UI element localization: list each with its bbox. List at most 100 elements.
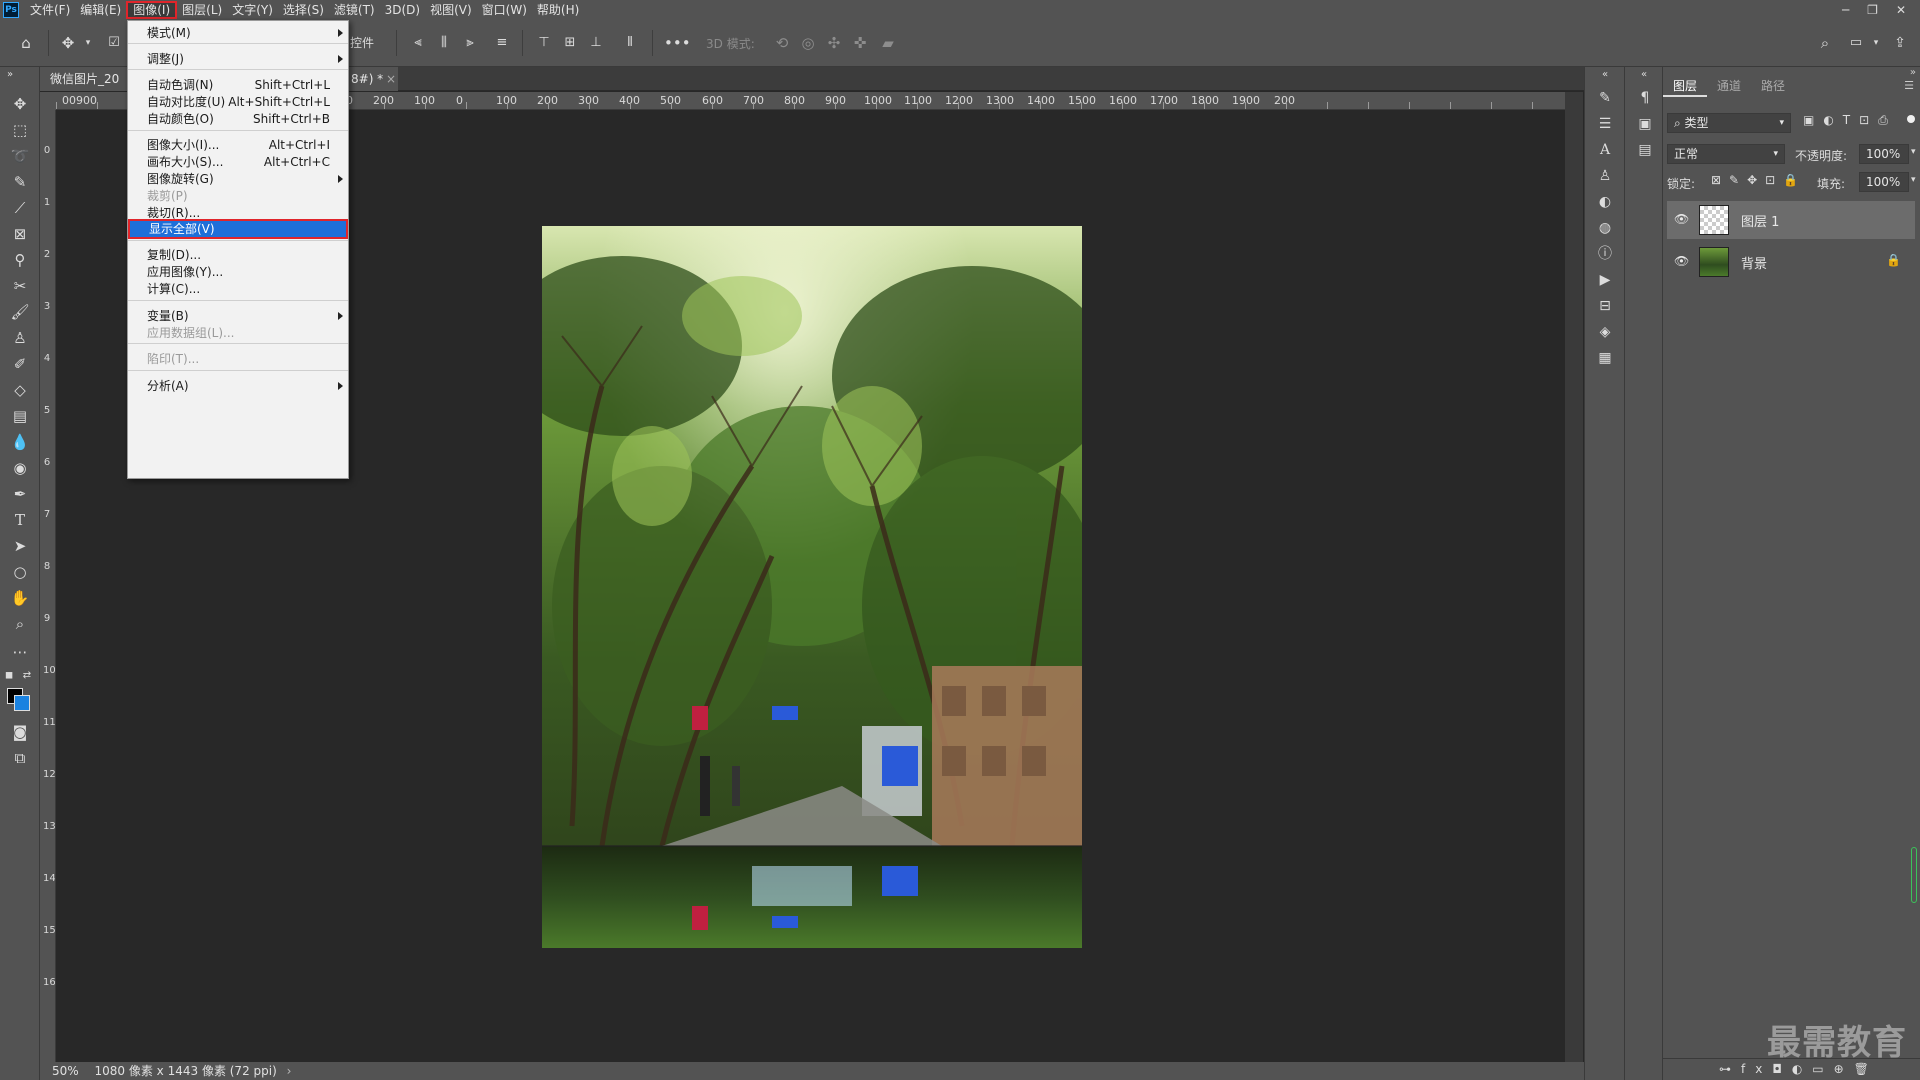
layer-row[interactable]: 👁 图层 1 xyxy=(1667,201,1915,239)
history-brush-tool-icon[interactable]: ✐ xyxy=(8,353,32,375)
align-right-icon[interactable]: ⫸ xyxy=(460,33,480,53)
library-icon[interactable]: ▣ xyxy=(1633,113,1657,135)
zoom-level[interactable]: 50% xyxy=(52,1064,79,1078)
3d-slide-icon[interactable]: ✜ xyxy=(850,33,870,53)
close-button[interactable]: ✕ xyxy=(1896,3,1906,17)
3d-orbit-icon[interactable]: ⟲ xyxy=(772,33,792,53)
object-select-tool-icon[interactable]: ⟋ xyxy=(8,197,32,219)
expand-panel-icon[interactable]: » xyxy=(4,69,16,81)
menu-layer[interactable]: 图层(L) xyxy=(177,1,227,19)
history-icon[interactable]: ◐ xyxy=(1593,191,1617,213)
marquee-tool-icon[interactable]: ⬚ xyxy=(8,119,32,141)
dodge-tool-icon[interactable]: ◉ xyxy=(8,457,32,479)
panel-menu-icon[interactable]: ☰ xyxy=(1904,79,1914,92)
auto-select-checkbox[interactable]: ☑ xyxy=(104,33,124,53)
quick-mask-icon[interactable]: ◙ xyxy=(8,721,32,743)
3d-roll-icon[interactable]: ◎ xyxy=(798,33,818,53)
menu-edit[interactable]: 编辑(E) xyxy=(75,1,126,19)
workspace-icon[interactable]: ▭ xyxy=(1846,33,1866,53)
visibility-eye-icon[interactable]: 👁 xyxy=(1674,254,1689,268)
chevron-down-icon[interactable]: ▾ xyxy=(78,33,98,53)
quick-select-tool-icon[interactable]: ✎ xyxy=(8,171,32,193)
tab-close-icon[interactable]: × xyxy=(386,67,396,91)
document-image[interactable] xyxy=(542,226,1082,948)
restore-button[interactable]: ❐ xyxy=(1867,3,1878,17)
background-color-swatch[interactable] xyxy=(14,695,30,711)
menu-window[interactable]: 窗口(W) xyxy=(477,1,532,19)
ellipse-tool-icon[interactable]: ○ xyxy=(8,561,32,583)
3d-camera-icon[interactable]: ▰ xyxy=(878,33,898,53)
scroll-indicator[interactable] xyxy=(1911,847,1917,903)
chevron-down-icon[interactable]: ▾ xyxy=(1911,175,1916,185)
brush-settings-icon[interactable]: ✎ xyxy=(1593,87,1617,109)
properties-icon[interactable]: ⊟ xyxy=(1593,295,1617,317)
more-options-button[interactable]: ••• xyxy=(664,33,691,53)
3d-pan-icon[interactable]: ✣ xyxy=(824,33,844,53)
chevron-down-icon[interactable]: ▾ xyxy=(1866,33,1886,53)
align-left-icon[interactable]: ⫷ xyxy=(408,33,428,53)
chevron-down-icon[interactable]: ▾ xyxy=(1911,147,1916,157)
lock-options-icons[interactable]: ⊠✎✥⊡🔒 xyxy=(1711,173,1806,187)
menu-filter[interactable]: 滤镜(T) xyxy=(329,1,380,19)
search-icon[interactable]: ⌕ xyxy=(1815,33,1835,53)
eyedropper-tool-icon[interactable]: ⚲ xyxy=(8,249,32,271)
swatches-grid-icon[interactable]: ▦ xyxy=(1593,347,1617,369)
menu-type[interactable]: 文字(Y) xyxy=(227,1,278,19)
paragraph-icon[interactable]: ¶ xyxy=(1633,87,1657,109)
crop-tool-icon[interactable]: ✂ xyxy=(8,275,32,297)
align-hcenter-icon[interactable]: ⫼ xyxy=(434,33,454,53)
filter-toggle-icon[interactable] xyxy=(1907,115,1915,123)
tab-layers[interactable]: 图层 xyxy=(1663,75,1708,97)
layer-actions-icons[interactable]: ⊶fx◘◐▭⊕🗑 xyxy=(1719,1062,1879,1076)
move-tool-icon[interactable]: ✥ xyxy=(58,33,78,53)
menu-3d[interactable]: 3D(D) xyxy=(380,1,425,19)
clone-stamp-tool-icon[interactable]: ♙ xyxy=(8,327,32,349)
blur-tool-icon[interactable]: 💧 xyxy=(8,431,32,453)
home-icon[interactable]: ⌂ xyxy=(16,33,36,53)
lasso-tool-icon[interactable]: ➰ xyxy=(8,145,32,167)
layer-filter-select[interactable]: ⌕ 类型 ▾ xyxy=(1667,113,1791,133)
edit-toolbar-icon[interactable]: ⋯ xyxy=(8,641,32,663)
menu-item[interactable]: 分析(A) xyxy=(128,376,348,396)
layer-name[interactable]: 图层 1 xyxy=(1741,211,1779,230)
character-icon[interactable]: A xyxy=(1593,139,1617,161)
tab-paths[interactable]: 路径 xyxy=(1751,75,1795,97)
menu-item[interactable]: 显示全部(V) xyxy=(128,219,348,239)
distribute-vertical-icon[interactable]: ⫴ xyxy=(620,33,640,53)
3d-icon[interactable]: ◈ xyxy=(1593,321,1617,343)
frame-tool-icon[interactable]: ⊠ xyxy=(8,223,32,245)
vertical-ruler[interactable]: 0 1 2 3 4 5 6 7 8 9 10 11 12 13 14 15 16 xyxy=(40,110,56,1062)
layer-name[interactable]: 背景 xyxy=(1741,253,1767,272)
eraser-tool-icon[interactable]: ◇ xyxy=(8,379,32,401)
fill-input[interactable]: 100% xyxy=(1859,172,1909,192)
opacity-input[interactable]: 100% xyxy=(1859,144,1909,164)
align-top-icon[interactable]: ⊤ xyxy=(534,33,554,53)
expand-panel-icon[interactable]: » xyxy=(1910,67,1916,78)
notes-icon[interactable]: ▤ xyxy=(1633,139,1657,161)
path-select-tool-icon[interactable]: ➤ xyxy=(8,535,32,557)
collapse-panel-icon[interactable]: « xyxy=(1638,69,1650,81)
screen-mode-icon[interactable]: ⧉ xyxy=(8,747,32,769)
share-icon[interactable]: ⇪ xyxy=(1890,33,1910,53)
menu-item[interactable]: 调整(J) xyxy=(128,49,348,69)
distribute-icon[interactable]: ≡ xyxy=(492,33,512,53)
actions-play-icon[interactable]: ▶ xyxy=(1593,269,1617,291)
zoom-tool-icon[interactable]: ⌕ xyxy=(8,613,32,635)
tab-channels[interactable]: 通道 xyxy=(1707,75,1751,97)
adjustments-icon[interactable]: ☰ xyxy=(1593,113,1617,135)
chevron-right-icon[interactable]: › xyxy=(287,1064,292,1078)
default-colors-icon[interactable]: ◼ xyxy=(2,665,16,687)
clone-source-icon[interactable]: ♙ xyxy=(1593,165,1617,187)
menu-select[interactable]: 选择(S) xyxy=(278,1,329,19)
canvas-scrollbar[interactable] xyxy=(1565,92,1583,1062)
type-tool-icon[interactable]: T xyxy=(8,509,32,531)
visibility-eye-icon[interactable]: 👁 xyxy=(1674,212,1689,226)
hand-tool-icon[interactable]: ✋ xyxy=(8,587,32,609)
menu-view[interactable]: 视图(V) xyxy=(425,1,477,19)
blend-mode-select[interactable]: 正常 ▾ xyxy=(1667,144,1785,164)
layer-filter-icons[interactable]: ▣◐T⊡⎙ xyxy=(1803,113,1897,128)
align-vcenter-icon[interactable]: ⊞ xyxy=(560,33,580,53)
move-tool-icon[interactable]: ✥ xyxy=(8,93,32,115)
menu-item[interactable]: 模式(M) xyxy=(128,23,348,43)
menu-item[interactable]: 自动颜色(O) Shift+Ctrl+B xyxy=(128,109,348,129)
